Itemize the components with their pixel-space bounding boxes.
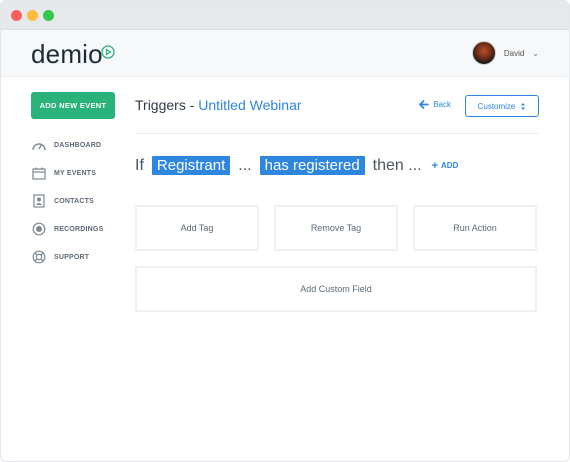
sidebar-item-my-events[interactable]: MY EVENTS bbox=[31, 159, 115, 187]
add-action-link[interactable]: + ADD bbox=[432, 160, 459, 172]
sidebar-item-recordings[interactable]: RECORDINGS bbox=[31, 215, 115, 243]
rule-subject-chip[interactable]: Registrant bbox=[151, 156, 231, 175]
sidebar-item-label: MY EVENTS bbox=[54, 169, 97, 177]
sidebar-nav: DASHBOARD MY EVENTS CONTACTS RECORDINGS bbox=[31, 131, 115, 271]
window-titlebar bbox=[1, 1, 569, 30]
app-window: demio David ⌄ ADD NEW EVENT DASHBOARD MY… bbox=[0, 0, 570, 462]
add-label: ADD bbox=[441, 161, 459, 170]
rule-if-text: If bbox=[135, 156, 144, 174]
calendar-icon bbox=[31, 165, 47, 181]
sidebar-item-label: DASHBOARD bbox=[54, 141, 102, 149]
avatar bbox=[471, 41, 496, 65]
user-name: David bbox=[503, 48, 525, 58]
customize-select[interactable]: Customize bbox=[465, 95, 539, 117]
plus-icon: + bbox=[431, 159, 439, 172]
play-logo-icon bbox=[101, 45, 115, 59]
add-tag-button[interactable]: Add Tag bbox=[135, 205, 259, 251]
rule-ellipsis: ... bbox=[238, 156, 252, 174]
sidebar-item-dashboard[interactable]: DASHBOARD bbox=[31, 131, 115, 159]
sidebar-item-label: CONTACTS bbox=[54, 197, 94, 205]
sidebar: ADD NEW EVENT DASHBOARD MY EVENTS CONTAC… bbox=[31, 92, 115, 271]
page-title: Triggers - Untitled Webinar bbox=[135, 97, 302, 113]
page-header: Triggers - Untitled Webinar Back Customi… bbox=[135, 92, 539, 120]
run-action-button[interactable]: Run Action bbox=[413, 205, 537, 251]
page-title-prefix: Triggers - bbox=[135, 97, 199, 113]
add-custom-field-button[interactable]: Add Custom Field bbox=[135, 266, 537, 312]
sidebar-item-label: RECORDINGS bbox=[54, 225, 104, 233]
chevron-down-icon: ⌄ bbox=[532, 48, 539, 58]
back-label: Back bbox=[433, 100, 451, 109]
contact-book-icon bbox=[31, 193, 47, 209]
logo-text: demio bbox=[31, 39, 103, 69]
customize-label: Customize bbox=[477, 101, 516, 111]
main-content: Triggers - Untitled Webinar Back Customi… bbox=[135, 92, 539, 312]
sidebar-item-support[interactable]: SUPPORT bbox=[31, 243, 115, 271]
close-window-button[interactable] bbox=[11, 10, 22, 21]
webinar-name-link[interactable]: Untitled Webinar bbox=[198, 97, 301, 113]
gauge-icon bbox=[31, 137, 47, 153]
rule-then-text: then ... bbox=[372, 156, 422, 174]
arrow-left-icon bbox=[419, 100, 430, 109]
add-new-event-button[interactable]: ADD NEW EVENT bbox=[31, 92, 115, 119]
top-bar: demio David ⌄ bbox=[1, 30, 569, 77]
back-button[interactable]: Back bbox=[419, 100, 451, 109]
trigger-rule: If Registrant ... has registered then ..… bbox=[135, 156, 458, 175]
sort-arrows-icon bbox=[521, 102, 526, 110]
maximize-window-button[interactable] bbox=[43, 10, 54, 21]
header-divider bbox=[135, 133, 539, 134]
user-menu[interactable]: David ⌄ bbox=[471, 41, 539, 65]
sidebar-item-label: SUPPORT bbox=[54, 253, 90, 261]
record-icon bbox=[31, 221, 47, 237]
sidebar-item-contacts[interactable]: CONTACTS bbox=[31, 187, 115, 215]
rule-condition-chip[interactable]: has registered bbox=[259, 156, 365, 175]
remove-tag-button[interactable]: Remove Tag bbox=[274, 205, 398, 251]
lifebuoy-icon bbox=[31, 249, 47, 265]
minimize-window-button[interactable] bbox=[27, 10, 38, 21]
